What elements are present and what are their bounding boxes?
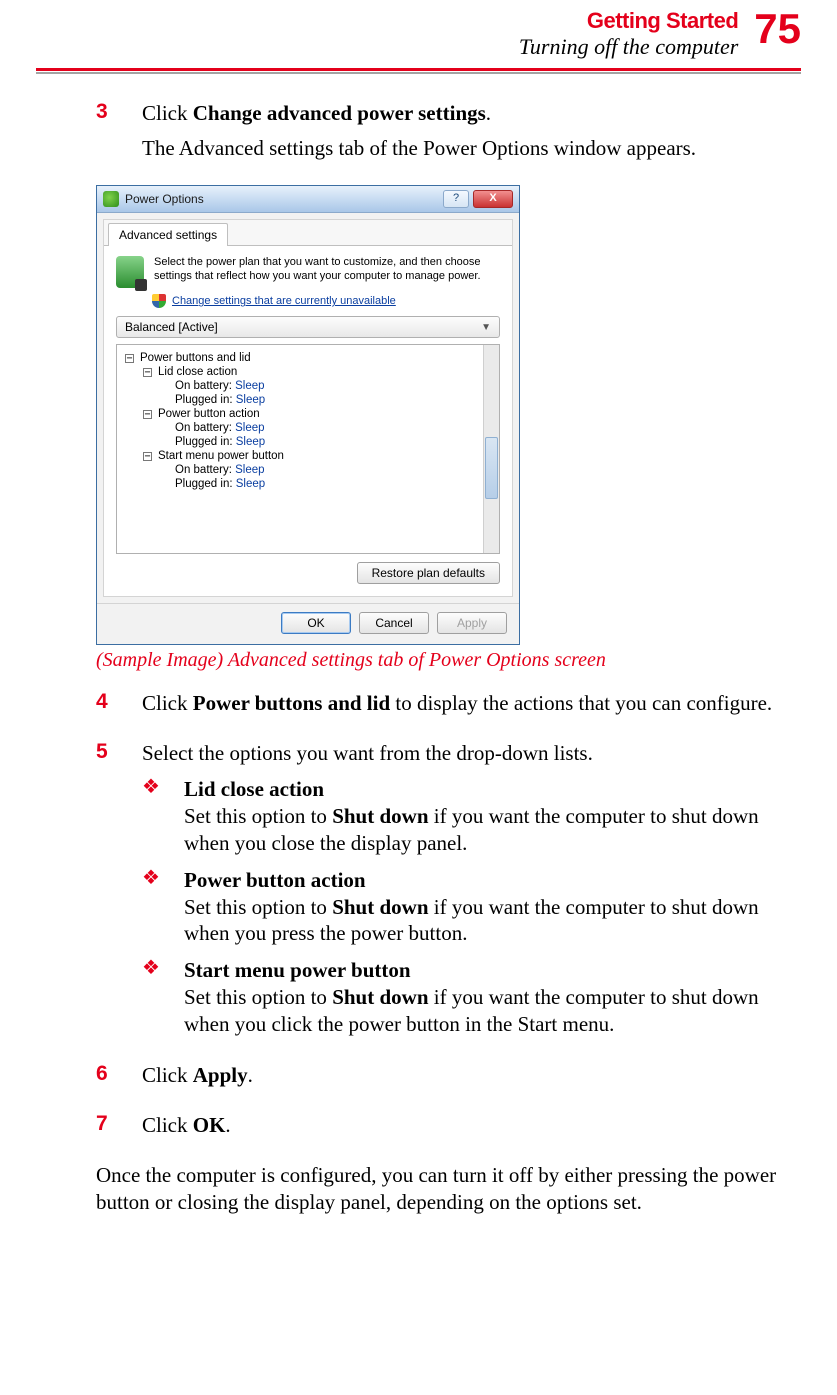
step-4: 4 Click Power buttons and lid to display… [96,690,801,726]
tree-item[interactable]: On battery: Sleep [175,379,479,393]
step-3-instruction: Click Change advanced power settings. [142,100,801,127]
bullet-marker-icon: ❖ [142,957,162,1038]
bullet-power-button: ❖ Power button action Set this option to… [142,867,801,948]
image-caption: (Sample Image) Advanced settings tab of … [96,649,801,672]
help-button[interactable]: ? [443,190,469,208]
tree-item[interactable]: Plugged in: Sleep [175,477,479,491]
bullet-start-menu: ❖ Start menu power button Set this optio… [142,957,801,1038]
bullet-title: Power button action [184,868,366,892]
dialog-titlebar[interactable]: Power Options ? X [97,186,519,213]
step-7: 7 Click OK. [96,1112,801,1148]
step-3: 3 Click Change advanced power settings. … [96,100,801,172]
bullet-marker-icon: ❖ [142,776,162,857]
power-options-icon [103,191,119,207]
header-divider-red [36,68,801,71]
step-number: 3 [96,100,112,172]
power-options-dialog: Power Options ? X Advanced settings Sele… [96,185,801,645]
step-5: 5 Select the options you want from the d… [96,740,801,1048]
bullet-lid-close: ❖ Lid close action Set this option to Sh… [142,776,801,857]
close-button[interactable]: X [473,190,513,208]
closing-paragraph: Once the computer is configured, you can… [96,1162,801,1216]
plan-select-value: Balanced [Active] [125,320,218,334]
step-6: 6 Click Apply. [96,1062,801,1098]
tree-item[interactable]: Plugged in: Sleep [175,393,479,407]
tree-item[interactable]: On battery: Sleep [175,421,479,435]
change-settings-link[interactable]: Change settings that are currently unava… [172,295,396,307]
tree-group[interactable]: −Start menu power button [143,449,479,463]
shield-icon [152,294,166,308]
page-header: Getting Started Turning off the computer… [36,0,801,66]
step-number: 6 [96,1062,112,1098]
scrollbar-thumb[interactable] [485,437,498,499]
bullet-marker-icon: ❖ [142,867,162,948]
step-number: 7 [96,1112,112,1148]
header-divider-gray [36,72,801,74]
tab-advanced-settings[interactable]: Advanced settings [108,223,228,246]
bullet-title: Lid close action [184,777,324,801]
step-4-instruction: Click Power buttons and lid to display t… [142,690,801,717]
tree-group[interactable]: −Lid close action [143,365,479,379]
step-3-followup: The Advanced settings tab of the Power O… [142,135,801,162]
section-title: Turning off the computer [519,34,738,60]
step-6-instruction: Click Apply. [142,1062,801,1089]
tree-group[interactable]: −Power button action [143,407,479,421]
step-number: 4 [96,690,112,726]
dialog-title: Power Options [125,192,437,206]
page-number: 75 [754,8,801,50]
dialog-intro-text: Select the power plan that you want to c… [154,256,500,288]
tree-item[interactable]: On battery: Sleep [175,463,479,477]
apply-button[interactable]: Apply [437,612,507,634]
settings-tree[interactable]: −Power buttons and lid −Lid close action… [116,344,500,554]
battery-icon [116,256,144,288]
plan-select[interactable]: Balanced [Active] ▼ [116,316,500,338]
ok-button[interactable]: OK [281,612,351,634]
cancel-button[interactable]: Cancel [359,612,429,634]
step-5-instruction: Select the options you want from the dro… [142,740,801,767]
bullet-title: Start menu power button [184,958,411,982]
restore-defaults-button[interactable]: Restore plan defaults [357,562,500,584]
chevron-down-icon: ▼ [481,322,491,333]
step-number: 5 [96,740,112,1048]
step-7-instruction: Click OK. [142,1112,801,1139]
tree-item[interactable]: Plugged in: Sleep [175,435,479,449]
tree-root[interactable]: −Power buttons and lid [125,351,479,365]
chapter-title: Getting Started [519,8,738,34]
